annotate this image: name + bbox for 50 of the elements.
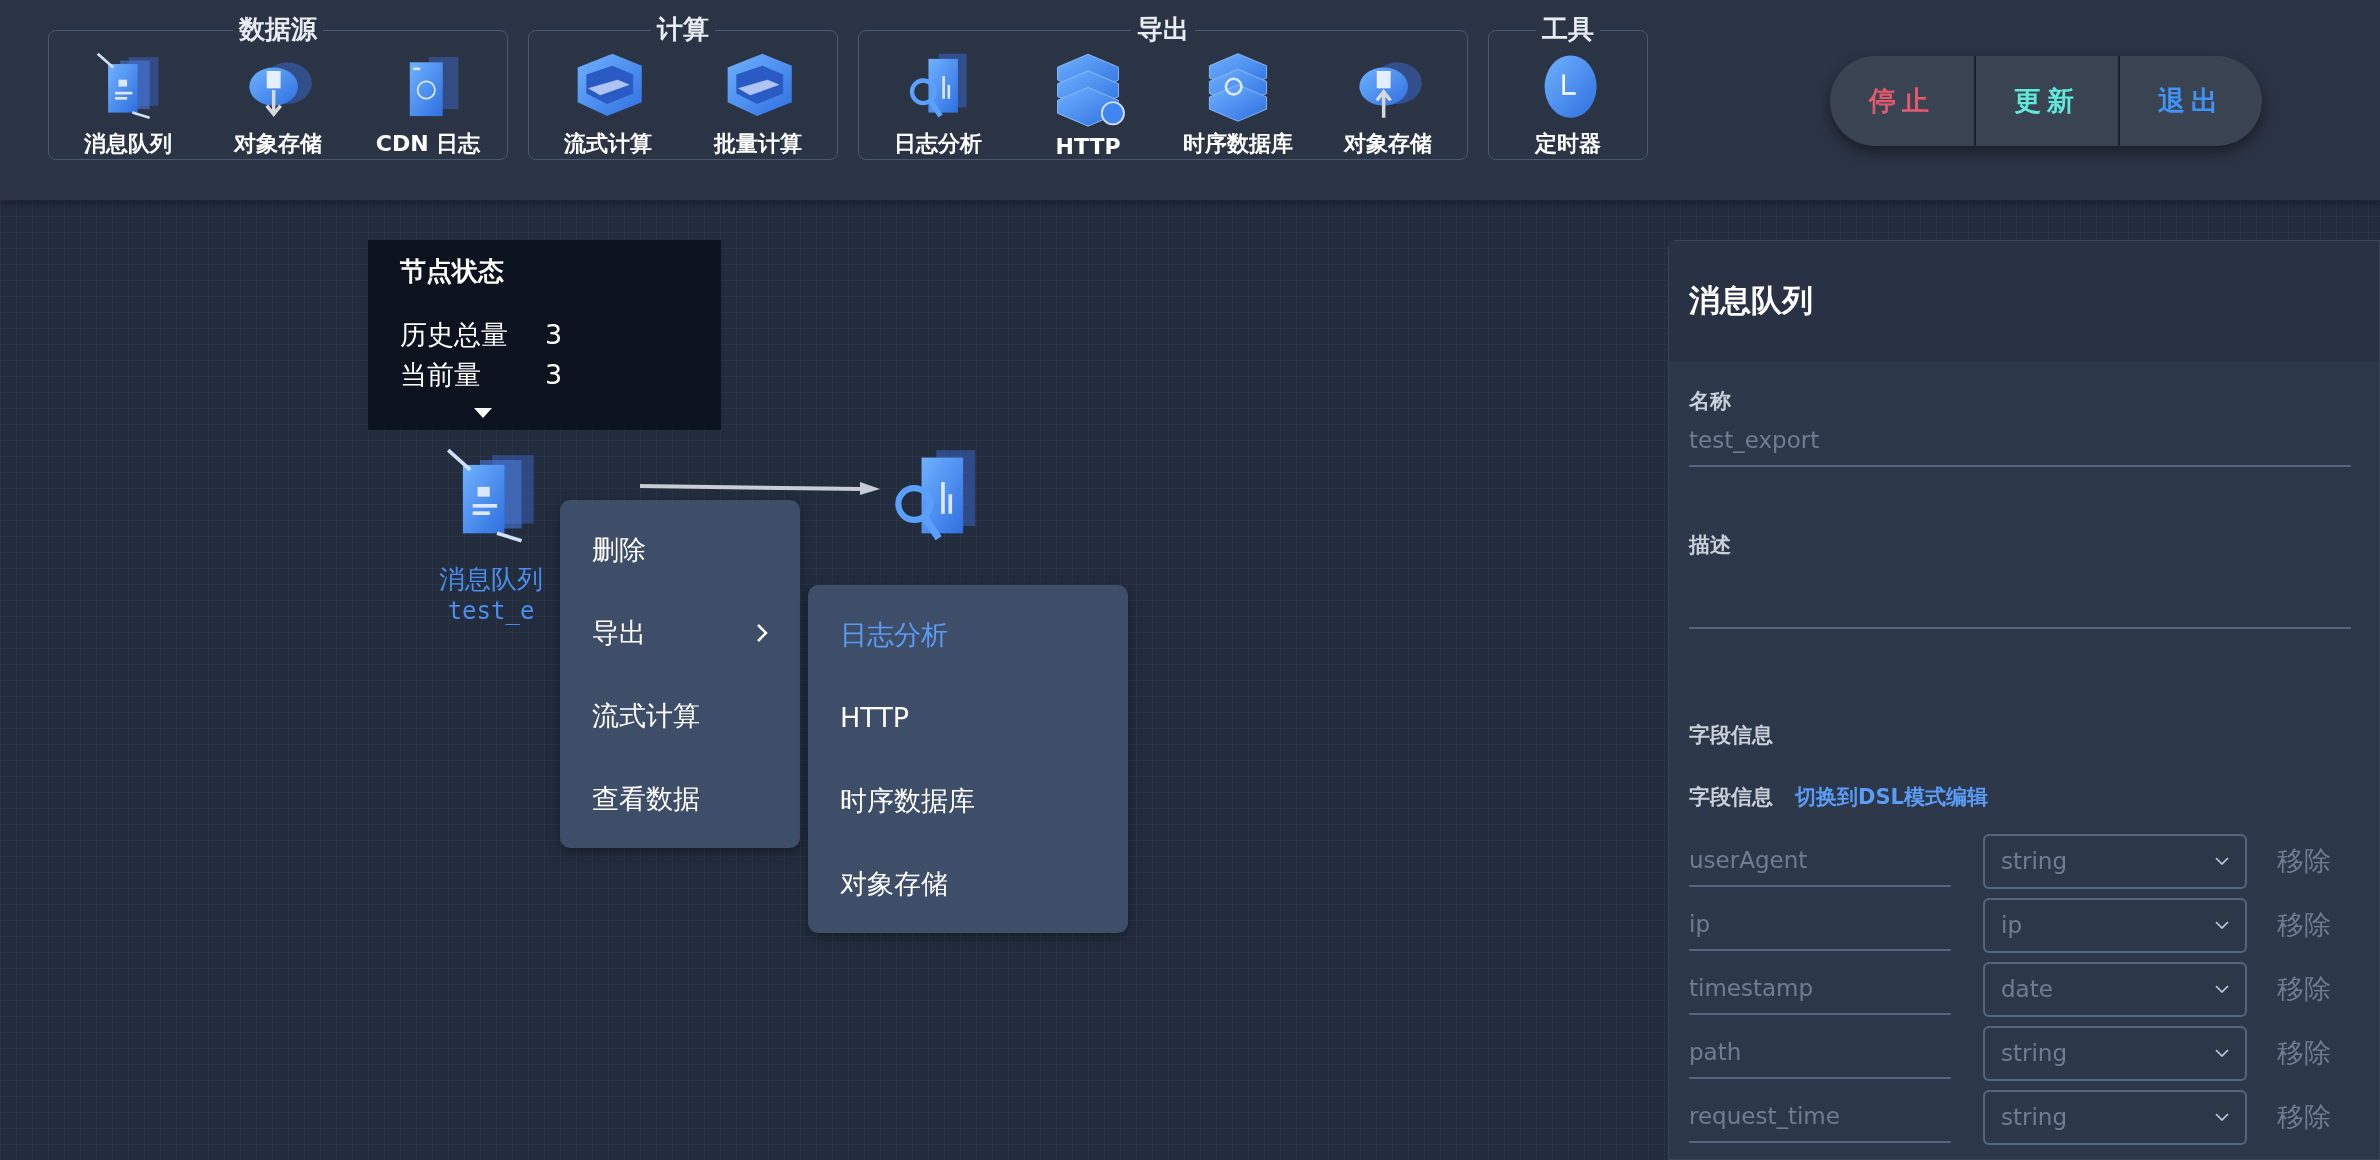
field-label: 名称 (1689, 388, 1732, 415)
group-title: 计算 (651, 14, 715, 44)
field-name-input[interactable]: timestamp (1689, 963, 1951, 1015)
name-input[interactable]: test_export (1689, 415, 2351, 467)
remove-button[interactable]: 移除 (2277, 1035, 2331, 1071)
group-title: 导出 (1131, 14, 1195, 44)
stat-value: 3 (545, 318, 563, 352)
submenu-item[interactable]: HTTP (808, 676, 1128, 759)
type-select[interactable]: string (1983, 1025, 2247, 1081)
exit-button[interactable]: 退出 (2118, 56, 2262, 146)
type-select[interactable]: string (1983, 833, 2247, 889)
menu-item[interactable]: 查看数据 (560, 757, 800, 840)
tooltip-title: 节点状态 (400, 255, 505, 288)
field-label: 描述 (1689, 532, 1732, 559)
field-label: 字段信息 (1689, 784, 1773, 811)
menu-item[interactable]: 导出 (560, 591, 800, 674)
node-name: 消息队列 (439, 563, 543, 596)
remove-button[interactable]: 移除 (2277, 843, 2331, 879)
field-name-input[interactable]: request_time (1689, 1091, 1951, 1143)
menu-item[interactable]: 流式计算 (560, 674, 800, 757)
update-button[interactable]: 更新 (1974, 56, 2118, 146)
remove-button[interactable]: 移除 (2277, 971, 2331, 1007)
field-name-input[interactable]: userAgent (1689, 835, 1951, 887)
field-name-input[interactable]: path (1689, 1027, 1951, 1079)
field-name-input[interactable]: ip (1689, 899, 1951, 951)
group-title: 数据源 (233, 14, 323, 44)
chevron-down-icon (2215, 921, 2229, 929)
type-select[interactable]: date (1983, 961, 2247, 1017)
group-title: 工具 (1536, 14, 1600, 44)
chevron-down-icon (2215, 857, 2229, 865)
menu-item[interactable]: 删除 (560, 508, 800, 591)
dsl-mode-link[interactable]: 切换到DSL模式编辑 (1795, 783, 1988, 811)
stat-label: 当前量 (400, 358, 482, 392)
tooltip-pointer-icon (474, 408, 492, 418)
stat-value: 3 (545, 358, 563, 392)
submenu-item[interactable]: 日志分析 (808, 593, 1128, 676)
submenu-item[interactable]: 时序数据库 (808, 759, 1128, 842)
stop-button[interactable]: 停止 (1830, 56, 1974, 146)
section-heading: 字段信息 (1689, 722, 1774, 749)
remove-button[interactable]: 移除 (2277, 1099, 2331, 1135)
panel-title: 消息队列 (1689, 281, 1813, 320)
chevron-down-icon (2215, 1049, 2229, 1057)
chevron-down-icon (2215, 1113, 2229, 1121)
remove-button[interactable]: 移除 (2277, 907, 2331, 943)
type-select[interactable]: ip (1983, 897, 2247, 953)
chevron-down-icon (2215, 985, 2229, 993)
node-subtitle: test_e (447, 597, 535, 625)
submenu-item[interactable]: 对象存储 (808, 842, 1128, 925)
type-select[interactable]: string (1983, 1089, 2247, 1145)
stat-label: 历史总量 (400, 318, 509, 352)
